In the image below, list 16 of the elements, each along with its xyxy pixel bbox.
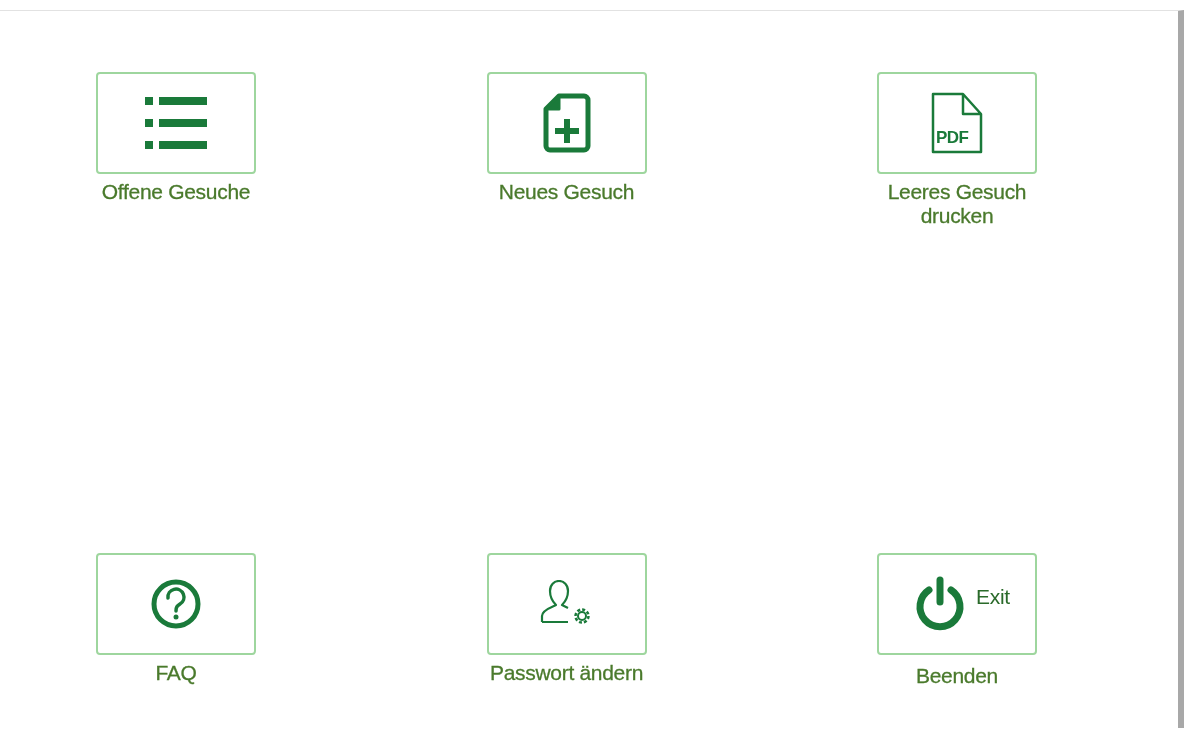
tile-label: Beenden	[915, 664, 999, 688]
tile-label: Passwort ändern	[488, 661, 645, 685]
tile-label: Offene Gesuche	[100, 180, 252, 204]
tile-button[interactable]	[96, 72, 256, 174]
tile-button[interactable]: Exit	[877, 553, 1037, 655]
tile-label: Leeres Gesuch drucken	[886, 180, 1028, 228]
list-icon	[145, 97, 207, 149]
tile-button[interactable]	[486, 553, 647, 655]
tile-button[interactable]	[486, 72, 647, 174]
help-icon	[151, 579, 201, 629]
tile-label: Neues Gesuch	[497, 180, 636, 204]
tile-label: FAQ	[154, 661, 198, 685]
tile-button[interactable]	[96, 553, 256, 655]
exit-text: Exit	[976, 585, 1010, 609]
tile-button[interactable]: PDF	[877, 72, 1037, 174]
add-document-icon	[542, 93, 591, 153]
